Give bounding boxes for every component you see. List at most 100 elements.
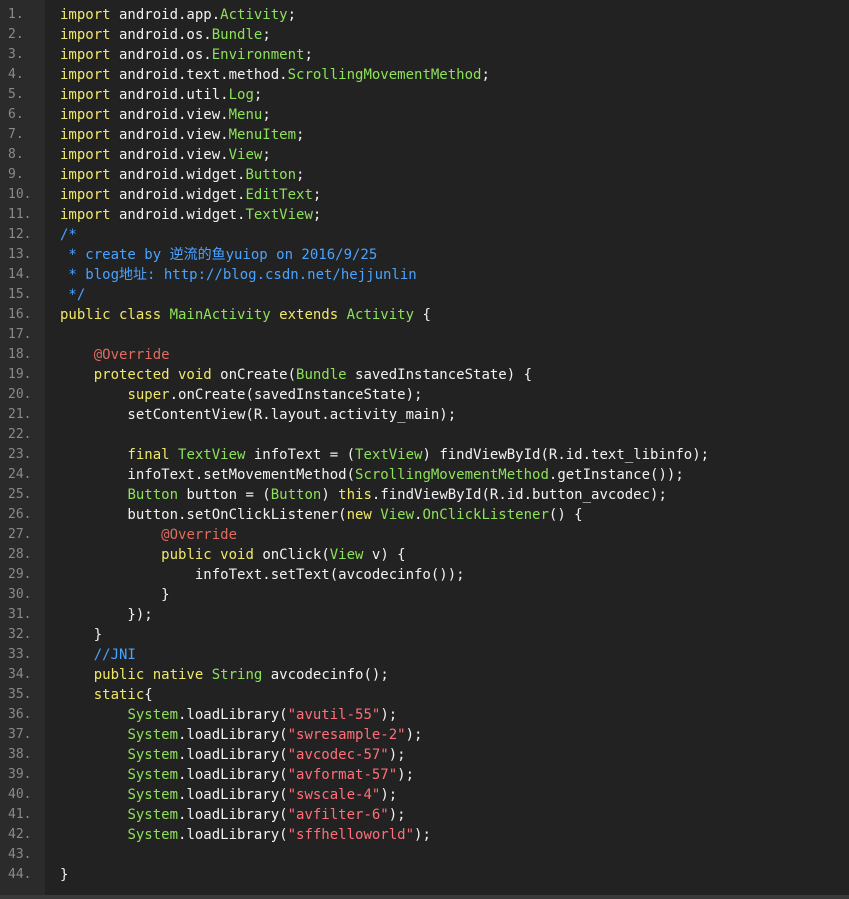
code-line: 19. protected void onCreate(Bundle saved… bbox=[0, 365, 849, 385]
line-number: 24. bbox=[8, 467, 32, 482]
code-token: import bbox=[60, 167, 111, 183]
code-text: import android.os.Environment; bbox=[60, 45, 313, 65]
code-line: 36. System.loadLibrary("avutil-55"); bbox=[0, 705, 849, 725]
line-number: 20. bbox=[8, 387, 32, 402]
code-editor[interactable]: 1. import android.app.Activity; 2. import a… bbox=[0, 0, 849, 899]
code-token: System bbox=[127, 807, 179, 823]
line-number: 40. bbox=[8, 787, 32, 802]
code-token: import bbox=[60, 47, 111, 63]
code-line: 44.} bbox=[0, 865, 849, 885]
line-number: 32. bbox=[8, 627, 32, 642]
code-text: System.loadLibrary("swresample-2"); bbox=[60, 725, 422, 745]
code-token: ); bbox=[414, 827, 431, 843]
code-line: 15. */ bbox=[0, 285, 849, 305]
code-token: .loadLibrary( bbox=[178, 727, 288, 743]
code-token: ScrollingMovementMethod bbox=[287, 67, 482, 83]
code-text: @Override bbox=[60, 345, 170, 365]
code-token: ; bbox=[287, 7, 297, 23]
code-token: ) bbox=[321, 487, 339, 503]
code-token: import bbox=[60, 87, 111, 103]
code-line: 1. import android.app.Activity; bbox=[0, 5, 849, 25]
code-line: 13. * create by 逆流的鱼yuiop on 2016/9/25 bbox=[0, 245, 849, 265]
code-token: ScrollingMovementMethod bbox=[355, 467, 549, 483]
code-token: .loadLibrary( bbox=[178, 807, 288, 823]
code-token: ; bbox=[262, 147, 271, 163]
code-line: 25. Button button = (Button) this.findVi… bbox=[0, 485, 849, 505]
code-token: ; bbox=[312, 207, 322, 223]
line-number: 4. bbox=[8, 67, 24, 82]
code-text: System.loadLibrary("avfilter-6"); bbox=[60, 805, 405, 825]
code-token: System bbox=[127, 787, 179, 803]
line-number: 17. bbox=[8, 327, 32, 342]
code-line: 24. infoText.setMovementMethod(Scrolling… bbox=[0, 465, 849, 485]
line-number: 39. bbox=[8, 767, 32, 782]
code-token: String bbox=[211, 667, 263, 683]
code-token: extends bbox=[270, 307, 347, 323]
code-token: import bbox=[60, 127, 111, 143]
code-line: 27. @Override bbox=[0, 525, 849, 545]
code-token: * blog地址: http://blog.csdn.net/hejjunlin bbox=[60, 267, 417, 283]
code-token: MenuItem bbox=[228, 127, 297, 143]
code-token: .getInstance()); bbox=[548, 467, 684, 483]
code-token: infoText = ( bbox=[245, 447, 356, 463]
code-token: ) findViewById(R.id.text_libinfo); bbox=[422, 447, 710, 463]
code-text: Button button = (Button) this.findViewBy… bbox=[60, 485, 666, 505]
code-text: } bbox=[60, 585, 170, 605]
code-token: { bbox=[144, 687, 153, 703]
code-token: System bbox=[127, 747, 179, 763]
code-token: }); bbox=[60, 607, 153, 623]
code-token: android.os. bbox=[110, 27, 212, 43]
code-token: avcodecinfo(); bbox=[262, 667, 389, 683]
code-token: Bundle bbox=[211, 27, 263, 43]
code-text: import android.util.Log; bbox=[60, 85, 262, 105]
code-text: * blog地址: http://blog.csdn.net/hejjunlin bbox=[60, 265, 417, 285]
code-line: 33. //JNI bbox=[0, 645, 849, 665]
code-token: } bbox=[60, 587, 170, 603]
code-token: "sffhelloworld" bbox=[287, 827, 415, 843]
code-token: import bbox=[60, 67, 111, 83]
code-text: } bbox=[60, 865, 68, 885]
code-token: android.widget. bbox=[110, 207, 246, 223]
code-token: button = ( bbox=[178, 487, 271, 503]
code-token: infoText.setMovementMethod( bbox=[60, 467, 356, 483]
code-text: System.loadLibrary("avutil-55"); bbox=[60, 705, 397, 725]
line-number: 12. bbox=[8, 227, 32, 242]
line-number: 36. bbox=[8, 707, 32, 722]
code-line: 32. } bbox=[0, 625, 849, 645]
line-number: 22. bbox=[8, 427, 32, 442]
code-token: savedInstanceState) { bbox=[346, 367, 533, 383]
code-line: 6. import android.view.Menu; bbox=[0, 105, 849, 125]
code-token: .loadLibrary( bbox=[178, 767, 288, 783]
line-number: 25. bbox=[8, 487, 32, 502]
code-token: * create by 逆流的鱼yuiop on 2016/9/25 bbox=[60, 247, 378, 263]
line-number: 30. bbox=[8, 587, 32, 602]
code-token: this bbox=[338, 487, 372, 503]
code-line: 43. bbox=[0, 845, 849, 865]
line-number: 41. bbox=[8, 807, 32, 822]
code-token: } bbox=[60, 867, 69, 883]
code-text: System.loadLibrary("swscale-4"); bbox=[60, 785, 397, 805]
code-text: import android.text.method.ScrollingMove… bbox=[60, 65, 490, 85]
code-line: 17. bbox=[0, 325, 849, 345]
code-token: @Override bbox=[161, 527, 238, 543]
code-token: android.widget. bbox=[110, 167, 246, 183]
code-token: View bbox=[380, 507, 415, 523]
code-token: EditText bbox=[245, 187, 313, 203]
code-token: OnClickListener bbox=[422, 507, 549, 523]
code-line: 35. static{ bbox=[0, 685, 849, 705]
line-number: 10. bbox=[8, 187, 32, 202]
code-token: ; bbox=[312, 187, 322, 203]
code-line: 8. import android.view.View; bbox=[0, 145, 849, 165]
horizontal-scrollbar[interactable] bbox=[0, 895, 849, 899]
line-number: 33. bbox=[8, 647, 32, 662]
code-token: TextView bbox=[245, 207, 313, 223]
code-token: Log bbox=[228, 87, 254, 103]
